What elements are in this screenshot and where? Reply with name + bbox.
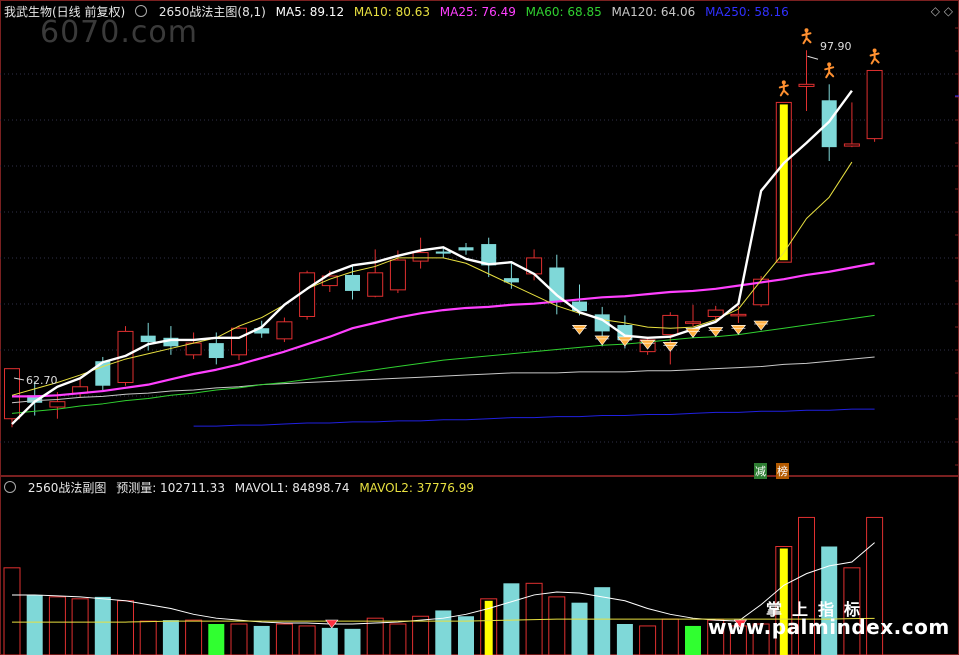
candle-body (140, 335, 156, 343)
candle-body (185, 342, 202, 356)
candle-body (299, 272, 316, 317)
candle-body (367, 272, 384, 297)
tag-bang[interactable]: 榜 (776, 463, 789, 479)
volume-bar (139, 620, 157, 655)
person-icon (869, 51, 880, 65)
ma60-line (11, 314, 875, 414)
ma120-value: MA120: 64.06 (611, 5, 696, 19)
person-icon (801, 31, 812, 45)
sub-indicator-header: 2560战法副图 预测量: 102711.33 MAVOL1: 84898.74… (4, 479, 480, 496)
candle-body (707, 309, 724, 317)
candle-body (821, 100, 837, 148)
volume-bar (94, 596, 111, 655)
sub-settings-icon[interactable] (4, 481, 16, 493)
ma5-line (11, 89, 853, 425)
candle-body (730, 313, 747, 317)
volume-bar (3, 567, 21, 655)
candle-body (458, 247, 474, 251)
volume-bar (412, 615, 430, 655)
diamond-icon (594, 335, 610, 346)
volume-bar (26, 594, 43, 655)
candle-body (798, 83, 815, 87)
forecast-volume: 预测量: 102711.33 (116, 481, 225, 495)
main-indicator-header: 我武生物(日线 前复权) 2650战法主图(8,1) MA5: 89.12 MA… (4, 3, 795, 20)
ma10-line (11, 161, 853, 396)
ma250-value: MA250: 58.16 (705, 5, 789, 19)
volume-bar (571, 602, 588, 655)
sub-indicator-name[interactable]: 2560战法副图 (28, 481, 107, 495)
volume-bar (298, 625, 316, 655)
candle-body (276, 321, 293, 340)
main-panel-frame (0, 0, 959, 476)
volume-bar (389, 623, 407, 655)
volume-bar (458, 616, 474, 655)
ma5-value: MA5: 89.12 (275, 5, 345, 19)
candle-body (843, 143, 860, 147)
person-icon (824, 65, 835, 79)
diamond-icon (662, 342, 678, 352)
diamond-icon (571, 324, 588, 335)
volume-bar (117, 600, 134, 655)
price-max-pointer (807, 55, 819, 60)
signal-highlight (779, 104, 788, 261)
volume-bar (548, 596, 566, 655)
volume-bar (321, 627, 338, 655)
settings-icon[interactable] (135, 5, 148, 17)
volume-bar (639, 625, 657, 655)
volume-bar (71, 598, 89, 655)
volume-bar (685, 625, 701, 655)
diamond-icon (685, 328, 701, 338)
price-min-label: 62.70 (26, 374, 58, 387)
candle-body (389, 259, 406, 291)
candle-body (685, 321, 701, 324)
volume-bar (185, 619, 203, 655)
candle-body (49, 401, 66, 408)
stock-chart-window: { "main_header": { "stock_name": "我武生物(日… (0, 0, 959, 655)
candle-body (345, 274, 360, 291)
mavol2-value: MAVOL2: 37776.99 (359, 481, 474, 495)
volume-bar (208, 624, 225, 655)
ma10-value: MA10: 80.63 (353, 5, 430, 19)
volume-bar (230, 623, 248, 655)
window-controls[interactable]: ◇ ◇ (931, 4, 953, 18)
diamond-icon (730, 324, 747, 335)
diamond-icon (753, 320, 769, 331)
volume-bar (162, 620, 179, 655)
volume-bar (275, 623, 293, 655)
volume-bar (344, 628, 361, 655)
diamond-icon (708, 327, 724, 337)
volume-bar (253, 625, 270, 655)
indicator-name[interactable]: 2650战法主图(8,1) (159, 5, 266, 19)
ma25-value: MA25: 76.49 (439, 5, 516, 19)
candle-body (231, 327, 247, 356)
ma250-line (193, 408, 875, 427)
mavol1-value: MAVOL1: 84898.74 (234, 481, 350, 495)
tag-jian[interactable]: 减 (754, 463, 767, 479)
volume-bar (503, 583, 520, 655)
candle-body (412, 252, 429, 262)
stock-name[interactable]: 我武生物(日线 前复权) (4, 5, 125, 19)
candle-body (208, 343, 224, 359)
candle-body (866, 69, 883, 140)
volume-bar (661, 618, 679, 655)
watermark-top: 6070.com (40, 15, 198, 50)
volume-bar (616, 624, 633, 655)
person-icon (778, 83, 789, 97)
candle-body (435, 251, 451, 254)
candle-body (662, 314, 679, 336)
volume-bar (48, 596, 66, 655)
price-max-label: 97.90 (820, 40, 852, 53)
ma120-line (11, 356, 875, 404)
chart-canvas[interactable] (0, 0, 959, 655)
ma60-value: MA60: 68.85 (525, 5, 602, 19)
watermark-bottom: www.palmindex.com (708, 615, 950, 639)
